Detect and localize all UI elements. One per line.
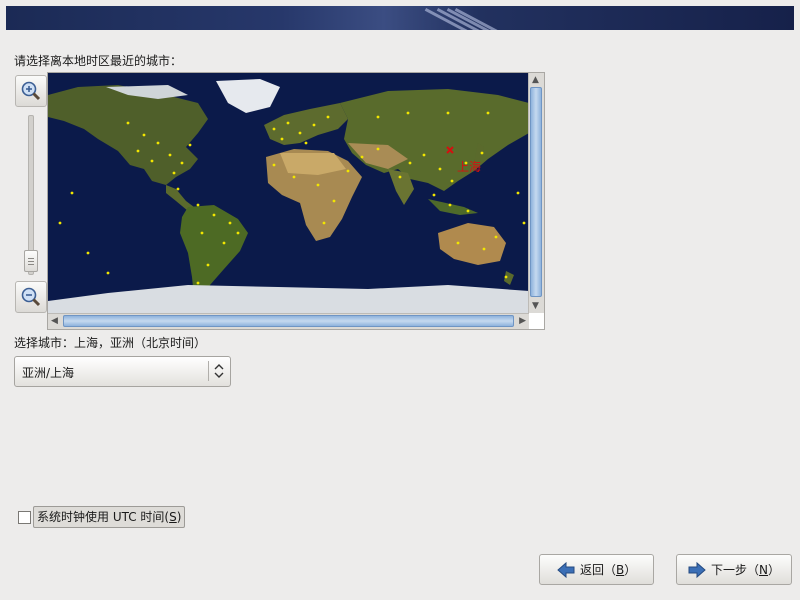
zoom-out-icon	[21, 287, 41, 307]
next-label-mnemonic: N	[759, 562, 768, 577]
timezone-screen: 请选择离本地时区最近的城市： 上海 ▲ ▼ ◀ ▶ 选择城市：上海，亚洲（北京时…	[0, 0, 800, 600]
next-button[interactable]: 下一步（ N）	[676, 554, 792, 585]
selected-city-caption: 选择城市：	[14, 336, 75, 350]
timezone-combobox-value: 亚洲/上海	[22, 366, 75, 380]
world-map[interactable]: 上海	[48, 73, 529, 313]
selected-city-value: 上海，亚洲（北京时间）	[74, 336, 207, 350]
map-horizontal-scroll-thumb[interactable]	[63, 315, 514, 327]
next-label-prefix: 下一步（	[711, 563, 760, 577]
zoom-in-button[interactable]	[15, 75, 47, 107]
utc-checkbox[interactable]	[18, 511, 31, 524]
selected-city-line: 选择城市：上海，亚洲（北京时间）	[14, 334, 206, 351]
updown-chevron-icon	[214, 364, 224, 378]
scroll-left-arrow-icon[interactable]: ◀	[51, 315, 58, 327]
back-button[interactable]: 返回（ B）	[539, 554, 654, 585]
prompt-text: 请选择离本地时区最近的城市：	[14, 54, 183, 68]
scroll-down-arrow-icon[interactable]: ▼	[532, 300, 539, 312]
map-horizontal-scrollbar[interactable]: ◀ ▶	[48, 313, 529, 329]
zoom-in-icon	[21, 81, 41, 101]
zoom-out-button[interactable]	[15, 281, 47, 313]
zoom-slider-handle[interactable]	[24, 250, 38, 272]
utc-label-prefix: 系统时钟使用 UTC 时间(	[37, 510, 170, 524]
next-label-suffix: ）	[768, 563, 781, 577]
back-label-mnemonic: B	[616, 562, 625, 577]
utc-label-suffix: )	[176, 510, 182, 524]
world-map-canvas[interactable]: 上海	[48, 73, 529, 313]
utc-label-mnemonic: S	[169, 510, 177, 524]
selected-city-label: 上海	[457, 159, 481, 174]
timezone-combobox[interactable]: 亚洲/上海	[14, 356, 231, 387]
arrow-right-icon	[688, 561, 706, 578]
back-label-prefix: 返回（	[580, 563, 617, 577]
back-label-suffix: ）	[624, 563, 637, 577]
arrow-left-icon	[557, 561, 575, 578]
scroll-right-arrow-icon[interactable]: ▶	[519, 315, 526, 327]
map-vertical-scrollbar[interactable]: ▲ ▼	[528, 73, 544, 313]
scroll-up-arrow-icon[interactable]: ▲	[532, 74, 539, 86]
combobox-separator	[208, 361, 209, 381]
world-map-frame: 上海 ▲ ▼ ◀ ▶	[47, 72, 545, 330]
header-banner	[6, 6, 794, 30]
map-vertical-scroll-thumb[interactable]	[530, 87, 542, 297]
utc-checkbox-label[interactable]: 系统时钟使用 UTC 时间(S)	[33, 506, 186, 528]
